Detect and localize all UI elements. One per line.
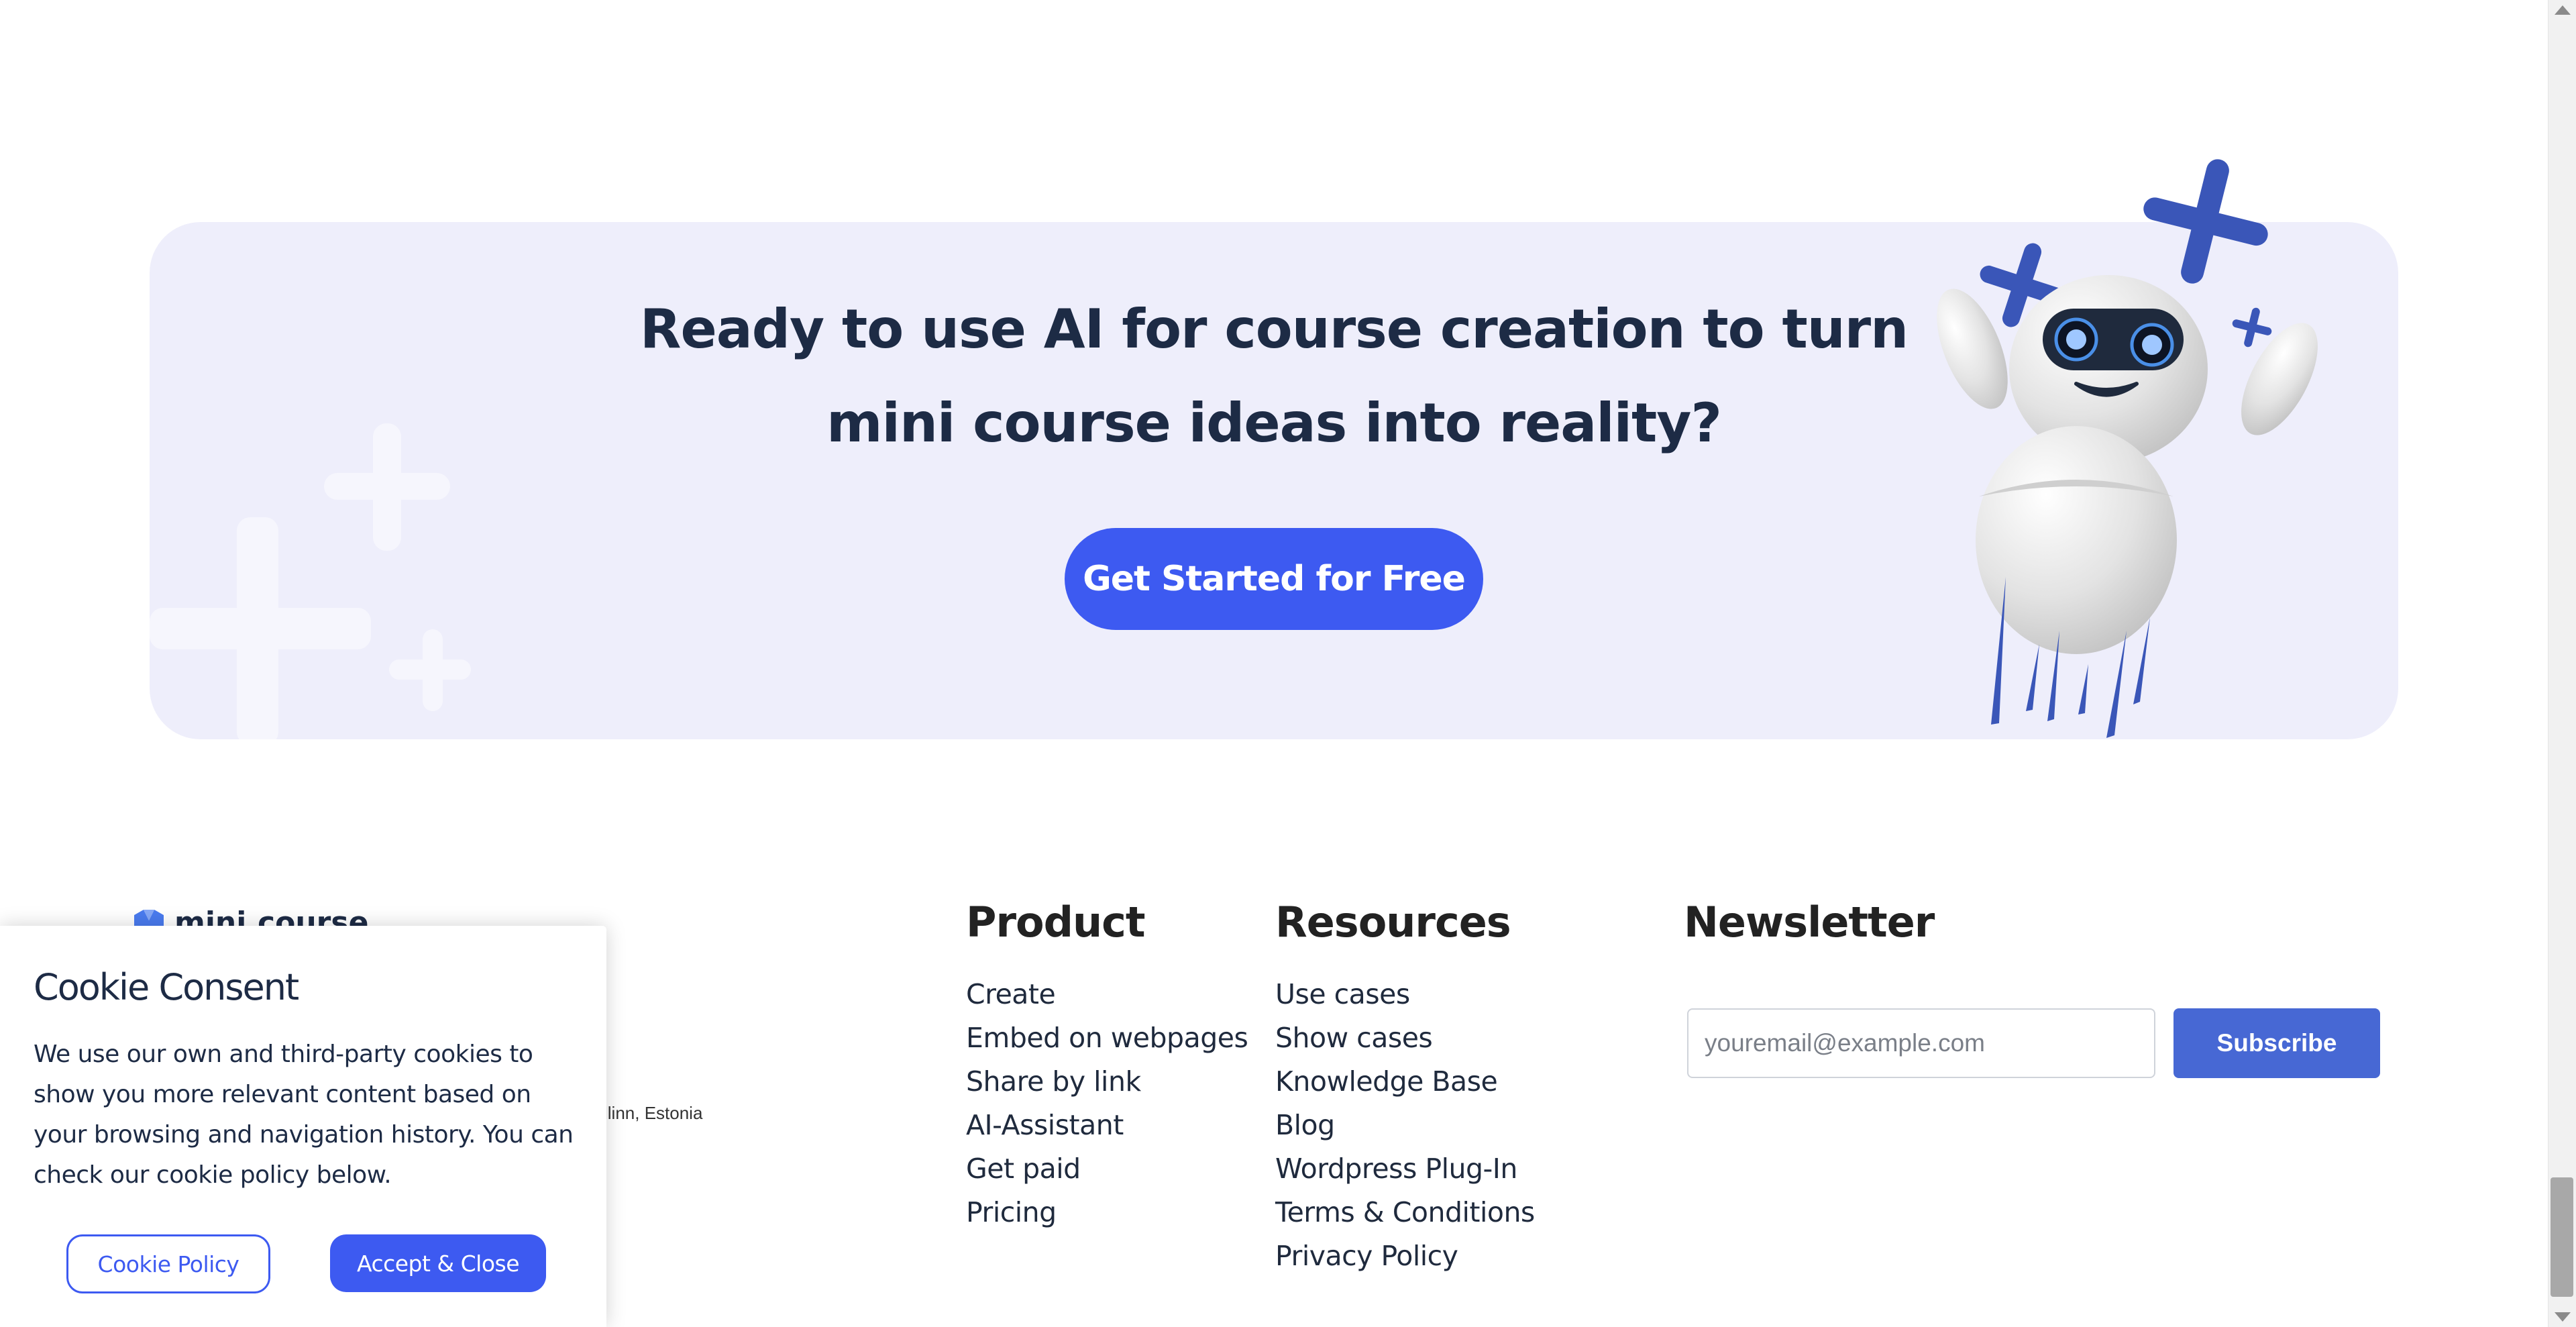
- page-scrollbar[interactable]: [2548, 0, 2576, 1327]
- footer-link-ai-assistant[interactable]: AI-Assistant: [966, 1107, 1248, 1151]
- footer-link-share[interactable]: Share by link: [966, 1063, 1248, 1107]
- resources-links-list: Use cases Show cases Knowledge Base Blog…: [1275, 976, 1535, 1281]
- footer-link-show-cases[interactable]: Show cases: [1275, 1020, 1535, 1063]
- footer-link-wordpress-plugin[interactable]: Wordpress Plug-In: [1275, 1151, 1535, 1194]
- newsletter-column-title: Newsletter: [1684, 898, 1935, 947]
- scroll-down-arrow-icon[interactable]: [2555, 1312, 2571, 1322]
- footer-link-use-cases[interactable]: Use cases: [1275, 976, 1535, 1020]
- cookie-consent-panel: Cookie Consent We use our own and third-…: [0, 926, 606, 1327]
- footer-link-get-paid[interactable]: Get paid: [966, 1151, 1248, 1194]
- scroll-thumb[interactable]: [2551, 1177, 2573, 1297]
- footer-link-knowledge-base[interactable]: Knowledge Base: [1275, 1063, 1535, 1107]
- product-links-list: Create Embed on webpages Share by link A…: [966, 976, 1248, 1238]
- subscribe-button[interactable]: Subscribe: [2174, 1008, 2380, 1078]
- footer-link-terms[interactable]: Terms & Conditions: [1275, 1194, 1535, 1238]
- cookie-consent-text: We use our own and third-party cookies t…: [34, 1041, 574, 1189]
- footer-link-blog[interactable]: Blog: [1275, 1107, 1535, 1151]
- cookie-consent-title: Cookie Consent: [34, 966, 299, 1008]
- footer-link-privacy[interactable]: Privacy Policy: [1275, 1238, 1535, 1281]
- cookie-policy-button[interactable]: Cookie Policy: [66, 1234, 270, 1293]
- get-started-button[interactable]: Get Started for Free: [1065, 528, 1483, 630]
- product-column-title: Product: [966, 898, 1146, 947]
- scroll-up-arrow-icon[interactable]: [2555, 5, 2571, 15]
- footer-link-pricing[interactable]: Pricing: [966, 1194, 1248, 1238]
- resources-column-title: Resources: [1275, 898, 1511, 947]
- footer-link-embed[interactable]: Embed on webpages: [966, 1020, 1248, 1063]
- robot-mascot-illustration: [1937, 159, 2318, 738]
- company-address: llinn, Estonia: [604, 1103, 703, 1123]
- accept-close-button[interactable]: Accept & Close: [330, 1234, 546, 1292]
- footer-link-create[interactable]: Create: [966, 976, 1248, 1020]
- newsletter-email-input[interactable]: youremail@example.com: [1687, 1008, 2155, 1078]
